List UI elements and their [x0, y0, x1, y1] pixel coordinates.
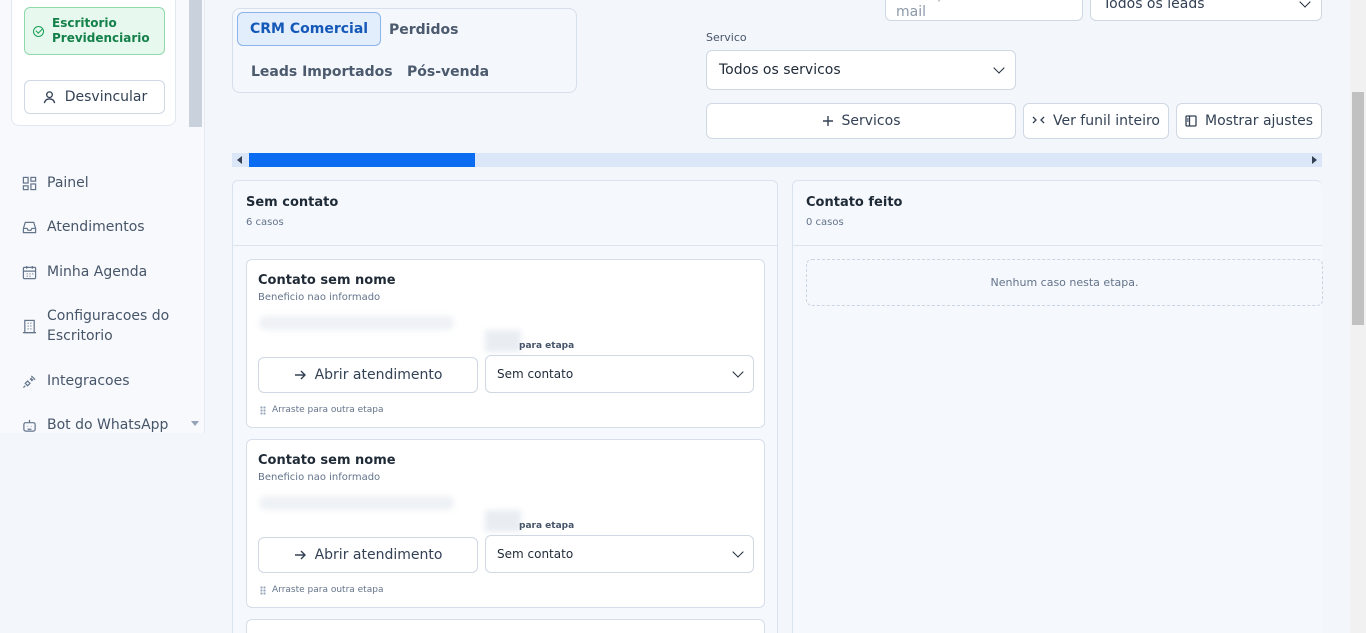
chevron-down-icon [1299, 0, 1311, 8]
search-input[interactable]: Nome, telefone ou e-mail [885, 0, 1083, 21]
lead-card[interactable]: Contato sem nome Beneficio nao informado… [246, 259, 765, 428]
open-case-button[interactable]: Abrir atendimento [258, 357, 478, 393]
service-value: Todos os servicos [719, 62, 841, 78]
sidebar-item-bot-whatsapp[interactable]: Bot do WhatsApp [22, 415, 168, 435]
sidebar-scrollbar-thumb[interactable] [189, 0, 202, 127]
scroll-left-icon[interactable] [237, 156, 242, 164]
user-icon [43, 90, 56, 103]
service-select[interactable]: Todos os servicos [706, 50, 1016, 90]
view-full-funnel-button[interactable]: Ver funil inteiro [1023, 103, 1169, 139]
drag-hint: Arraste para outra etapa [260, 405, 383, 415]
open-case-label: Abrir atendimento [314, 547, 443, 563]
redacted-label [485, 510, 521, 532]
kanban-column-sem-contato: Sem contato 6 casos Contato sem nome Ben… [232, 180, 778, 633]
column-header: Sem contato 6 casos [233, 181, 777, 246]
settings-label: Mostrar ajustes [1204, 113, 1313, 129]
move-stage-label: para etapa [519, 521, 575, 531]
lead-name: Contato sem nome [258, 273, 396, 288]
redacted-contact [259, 316, 454, 330]
chevron-down-icon [993, 62, 1005, 74]
sidebar-item-label: Bot do WhatsApp [47, 417, 169, 433]
sidebar: Escritorio Previdenciario Desvincular Pa… [0, 0, 205, 433]
leads-filter-value: Todos os leads [1103, 0, 1205, 12]
leads-filter-select[interactable]: Todos os leads [1090, 0, 1322, 21]
panel-icon [1185, 115, 1197, 127]
dashboard-grid-icon [22, 176, 37, 191]
services-label: Servicos [841, 113, 901, 129]
show-settings-button[interactable]: Mostrar ajustes [1176, 103, 1322, 139]
empty-stage-message: Nenhum caso nesta etapa. [806, 259, 1323, 306]
tab-crm-comercial[interactable]: CRM Comercial [237, 12, 382, 46]
tab-leads-importados[interactable]: Leads Importados [251, 55, 393, 89]
kanban-column-contato-feito: Contato feito 0 casos Nenhum caso nesta … [792, 180, 1323, 633]
plug-icon [22, 375, 36, 389]
move-stage-label: para etapa [519, 341, 575, 351]
open-case-label: Abrir atendimento [314, 367, 443, 383]
office-name: Escritorio Previdenciario [52, 16, 150, 45]
sidebar-scroll-down-icon[interactable] [191, 421, 199, 426]
office-badge[interactable]: Escritorio Previdenciario [24, 7, 165, 55]
lead-name: Contato sem nome [258, 453, 396, 468]
pipeline-tabs: CRM Comercial Perdidos Leads Importados … [232, 8, 577, 93]
scrollbar-thumb[interactable] [249, 153, 475, 167]
board-horizontal-scrollbar[interactable] [232, 153, 1322, 167]
sidebar-item-label: Atendimentos [47, 219, 145, 235]
calendar-icon [22, 265, 37, 280]
bot-icon [23, 419, 36, 432]
plus-icon [822, 116, 833, 126]
sidebar-item-integracoes[interactable]: Integracoes [22, 371, 130, 391]
unlink-button[interactable]: Desvincular [24, 80, 165, 114]
sidebar-item-label: Minha Agenda [47, 264, 148, 280]
stage-value: Sem contato [497, 547, 574, 561]
column-header: Contato feito 0 casos [793, 181, 1322, 246]
inbox-icon [22, 221, 37, 234]
stage-value: Sem contato [497, 367, 574, 381]
redacted-contact [259, 496, 454, 510]
open-case-button[interactable]: Abrir atendimento [258, 537, 478, 573]
sidebar-item-minha-agenda[interactable]: Minha Agenda [22, 262, 147, 282]
unlink-label: Desvincular [64, 89, 148, 105]
stage-select[interactable]: Sem contato [485, 355, 754, 393]
lead-card[interactable]: Contato sem nome Beneficio nao informado… [246, 439, 765, 608]
scrollbar-thumb[interactable] [1352, 92, 1364, 325]
arrow-right-icon [294, 370, 306, 380]
sidebar-item-atendimentos[interactable]: Atendimentos [22, 217, 145, 237]
chevron-down-icon [732, 366, 744, 378]
account-card: Escritorio Previdenciario Desvincular [11, 0, 176, 126]
lead-card[interactable] [246, 619, 765, 633]
add-services-button[interactable]: Servicos [706, 103, 1016, 139]
tab-pos-venda[interactable]: Pós-venda [407, 55, 489, 89]
chevron-down-icon [732, 546, 744, 558]
sidebar-item-label: Configuracoes do Escritorio [47, 308, 170, 344]
drag-hint-text: Arraste para outra etapa [272, 585, 384, 595]
lead-benefit: Beneficio nao informado [258, 292, 381, 303]
drag-handle-icon[interactable] [260, 405, 266, 415]
tab-perdidos[interactable]: Perdidos [389, 13, 458, 47]
sidebar-item-label: Integracoes [47, 373, 130, 389]
drag-handle-icon[interactable] [260, 585, 266, 595]
drag-hint-text: Arraste para outra etapa [272, 405, 384, 415]
check-circle-icon [33, 25, 44, 37]
funnel-label: Ver funil inteiro [1053, 113, 1160, 129]
redacted-label [485, 330, 521, 352]
sidebar-item-painel[interactable]: Painel [22, 173, 89, 193]
drag-hint: Arraste para outra etapa [260, 585, 383, 595]
service-label: Servico [706, 31, 747, 44]
column-count: 6 casos [246, 217, 284, 228]
column-count: 0 casos [806, 217, 844, 228]
lead-benefit: Beneficio nao informado [258, 472, 381, 483]
scroll-right-icon[interactable] [1312, 156, 1317, 164]
column-title: Sem contato [246, 195, 339, 210]
building-icon [22, 319, 37, 334]
column-title: Contato feito [806, 195, 903, 210]
arrow-right-icon [294, 550, 306, 560]
sidebar-item-configuracoes[interactable]: Configuracoes do Escritorio [22, 306, 170, 346]
sidebar-item-label: Painel [47, 175, 89, 191]
stage-select[interactable]: Sem contato [485, 535, 754, 573]
page-vertical-scrollbar[interactable] [1350, 0, 1366, 633]
collapse-icon [1032, 116, 1045, 124]
